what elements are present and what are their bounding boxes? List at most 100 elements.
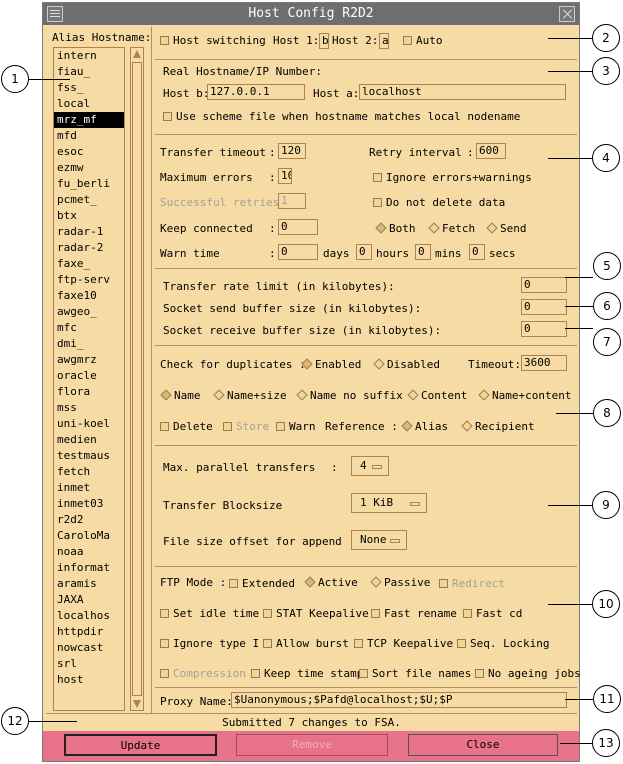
ignore-type-checkbox[interactable]: Ignore type I	[160, 637, 259, 650]
alias-list-item[interactable]: radar-1	[54, 224, 124, 240]
alias-list-item[interactable]: mss	[54, 400, 124, 416]
alias-list-item[interactable]: nowcast	[54, 640, 124, 656]
delete-checkbox[interactable]: Delete	[160, 420, 213, 433]
warn-days-field[interactable]: 0	[278, 244, 318, 260]
close-window-icon[interactable]	[559, 6, 575, 22]
idle-time-checkbox[interactable]: Set idle time	[160, 607, 259, 620]
alias-scrollbar[interactable]	[130, 47, 144, 711]
successful-retries-field[interactable]: 1	[278, 193, 306, 209]
warn-checkbox[interactable]: Warn	[276, 420, 316, 433]
receive-buffer-field[interactable]: 0	[521, 321, 567, 337]
blocksize-dropdown[interactable]: 1 KiB	[351, 493, 427, 513]
redirect-checkbox[interactable]: Redirect	[439, 577, 505, 590]
alias-list-item[interactable]: testmaus	[54, 448, 124, 464]
alias-list-item[interactable]: dmi_	[54, 336, 124, 352]
host2-field[interactable]: a	[379, 33, 389, 49]
send-radio[interactable]: Send	[486, 222, 527, 235]
alias-list-item[interactable]: fss_	[54, 80, 124, 96]
alias-list-item[interactable]: medien	[54, 432, 124, 448]
fast-rename-checkbox[interactable]: Fast rename	[371, 607, 457, 620]
tcp-keepalive-checkbox[interactable]: TCP Keepalive	[354, 637, 453, 650]
enabled-radio[interactable]: Enabled	[301, 358, 361, 371]
max-parallel-dropdown[interactable]: 4	[351, 456, 389, 476]
active-radio[interactable]: Active	[304, 576, 358, 589]
alias-list-item[interactable]: local	[54, 96, 124, 112]
alias-listbox[interactable]: intern fiau_ fss_ local mrz_mf mfd esoc ezmw fu_…	[53, 47, 125, 711]
offset-dropdown[interactable]: None	[351, 530, 407, 550]
transfer-rate-field[interactable]: 0	[521, 277, 567, 293]
alias-list-item[interactable]: oracle	[54, 368, 124, 384]
alias-list-item[interactable]: r2d2	[54, 512, 124, 528]
name-content-radio[interactable]: Name+content	[478, 389, 571, 402]
alias-list-item[interactable]: fiau_	[54, 64, 124, 80]
alias-list-item[interactable]: mfd	[54, 128, 124, 144]
warn-hours-field[interactable]: 0	[356, 244, 372, 260]
fetch-radio[interactable]: Fetch	[428, 222, 475, 235]
alias-list-item[interactable]: srl	[54, 656, 124, 672]
host-b-field[interactable]: 127.0.0.1	[207, 84, 305, 100]
alias-list-item[interactable]: esoc	[54, 144, 124, 160]
warn-mins-field[interactable]: 0	[415, 244, 431, 260]
ignore-errors-checkbox[interactable]: Ignore errors+warnings	[373, 171, 532, 184]
remove-button[interactable]: Remove	[236, 734, 388, 756]
alias-list-item[interactable]: CaroloMa	[54, 528, 124, 544]
alias-list-item[interactable]: radar-2	[54, 240, 124, 256]
alias-list-item[interactable]: httpdir	[54, 624, 124, 640]
scroll-thumb[interactable]	[132, 62, 142, 696]
name-radio[interactable]: Name	[160, 389, 201, 402]
extended-checkbox[interactable]: Extended	[229, 577, 295, 590]
alias-list-item[interactable]: informat	[54, 560, 124, 576]
alias-list-item[interactable]: flora	[54, 384, 124, 400]
send-buffer-field[interactable]: 0	[521, 299, 567, 315]
alias-list-item[interactable]: awgmrz	[54, 352, 124, 368]
update-button[interactable]: Update	[64, 734, 217, 756]
transfer-timeout-field[interactable]: 120	[278, 143, 306, 159]
content-radio[interactable]: Content	[407, 389, 467, 402]
alias-list-item[interactable]: ftp-serv	[54, 272, 124, 288]
stat-keepalive-checkbox[interactable]: STAT Keepalive	[263, 607, 369, 620]
allow-burst-checkbox[interactable]: Allow burst	[263, 637, 349, 650]
alias-list-item[interactable]: faxe_	[54, 256, 124, 272]
alias-radio[interactable]: Alias	[401, 420, 448, 433]
alias-list-item[interactable]: faxe10	[54, 288, 124, 304]
scroll-up-arrow-icon[interactable]	[133, 50, 141, 58]
alias-list-item[interactable]: noaa	[54, 544, 124, 560]
host-a-field[interactable]: localhost	[359, 84, 566, 100]
alias-list-item[interactable]: intern	[54, 48, 124, 64]
scheme-file-checkbox[interactable]: Use scheme file when hostname matches lo…	[163, 110, 520, 123]
proxy-name-field[interactable]: $Uanonymous;$Pafd@localhost;$U;$P	[231, 692, 567, 708]
passive-radio[interactable]: Passive	[370, 576, 430, 589]
alias-list-item[interactable]: host	[54, 672, 124, 688]
keep-timestamp-checkbox[interactable]: Keep time stamp	[251, 667, 363, 680]
alias-list-item[interactable]: fu_berli	[54, 176, 124, 192]
compression-checkbox[interactable]: Compression	[160, 667, 246, 680]
recipient-radio[interactable]: Recipient	[461, 420, 535, 433]
max-errors-field[interactable]: 10	[278, 168, 292, 184]
both-radio[interactable]: Both	[375, 222, 416, 235]
warn-secs-field[interactable]: 0	[469, 244, 485, 260]
alias-list-item[interactable]: fetch	[54, 464, 124, 480]
close-button[interactable]: Close	[408, 734, 558, 756]
alias-list-item[interactable]: aramis	[54, 576, 124, 592]
dup-timeout-field[interactable]: 3600	[521, 355, 567, 371]
store-checkbox[interactable]: Store	[223, 420, 269, 433]
window-menu-icon[interactable]	[47, 6, 63, 22]
fast-cd-checkbox[interactable]: Fast cd	[463, 607, 522, 620]
retry-interval-field[interactable]: 600	[476, 143, 506, 159]
do-not-delete-checkbox[interactable]: Do not delete data	[373, 196, 505, 209]
alias-list-item[interactable]: btx	[54, 208, 124, 224]
alias-list-item[interactable]: JAXA	[54, 592, 124, 608]
host-switching-checkbox[interactable]: Host switching	[160, 34, 266, 47]
name-size-radio[interactable]: Name+size	[213, 389, 287, 402]
auto-checkbox[interactable]: Auto	[403, 34, 443, 47]
alias-list-item[interactable]: inmet03	[54, 496, 124, 512]
alias-list-item[interactable]: localhos	[54, 608, 124, 624]
name-no-suffix-radio[interactable]: Name no suffix	[296, 389, 403, 402]
seq-locking-checkbox[interactable]: Seq. Locking	[457, 637, 549, 650]
alias-list-item[interactable]: mfc	[54, 320, 124, 336]
host1-field[interactable]: b	[319, 33, 329, 49]
alias-list-item[interactable]: ezmw	[54, 160, 124, 176]
no-ageing-checkbox[interactable]: No ageing jobs	[475, 667, 581, 680]
alias-list-item[interactable]: pcmet_	[54, 192, 124, 208]
title-bar[interactable]: Host Config R2D2	[43, 3, 579, 25]
